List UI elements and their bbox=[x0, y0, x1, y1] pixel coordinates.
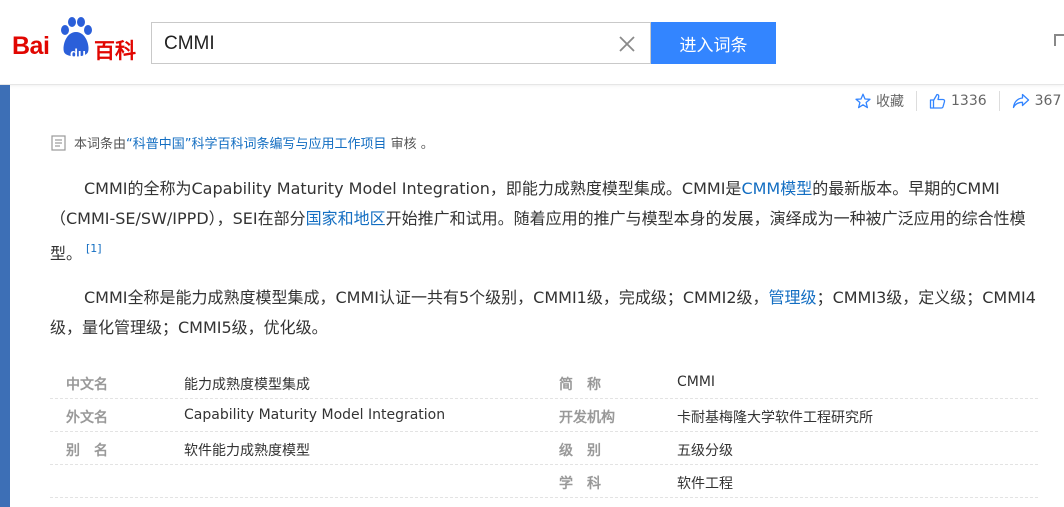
info-value: 软件能力成熟度模型 bbox=[184, 443, 310, 459]
like-button[interactable]: 1336 bbox=[929, 93, 987, 109]
countries-regions-link[interactable]: 国家和地区 bbox=[306, 209, 386, 228]
clear-icon[interactable] bbox=[617, 34, 637, 54]
info-value: CMMI bbox=[677, 374, 716, 390]
p2-text-1: CMMI全称是能力成熟度模型集成，CMMI认证一共有5个级别，CMMI1级，完成… bbox=[84, 288, 769, 307]
top-header: Bai du 百科 进入词条 bbox=[0, 0, 1064, 85]
star-icon bbox=[855, 93, 871, 109]
info-value: 五级分级 bbox=[677, 443, 733, 459]
p1-text-1: CMMI的全称为Capability Maturity Model Integr… bbox=[84, 179, 742, 198]
cropped-toolbar-icon[interactable] bbox=[1054, 34, 1064, 46]
info-label: 简 称 bbox=[559, 377, 601, 393]
info-row: 学 科 软件工程 bbox=[50, 465, 1038, 498]
info-value: 软件工程 bbox=[677, 476, 733, 492]
side-navigation-strip[interactable] bbox=[0, 85, 10, 507]
collect-label: 收藏 bbox=[876, 94, 904, 110]
info-label: 级 别 bbox=[559, 443, 601, 459]
enter-entry-button[interactable]: 进入词条 bbox=[651, 22, 776, 64]
logo-bai-text: Bai bbox=[12, 32, 50, 60]
divider bbox=[998, 91, 1000, 111]
logo-du-text: du bbox=[70, 46, 86, 61]
info-value: 能力成熟度模型集成 bbox=[184, 377, 310, 393]
collect-button[interactable]: 收藏 bbox=[855, 91, 904, 111]
review-suffix: 审核 。 bbox=[386, 137, 434, 152]
thumbs-up-icon bbox=[929, 93, 946, 109]
share-count: 367 bbox=[1034, 93, 1062, 109]
divider bbox=[916, 91, 917, 111]
info-label: 别 名 bbox=[66, 443, 108, 459]
review-note: 本词条由 “科普中国”科学百科词条编写与应用工作项目 审核 。 bbox=[50, 133, 434, 152]
basic-info-table: 中文名 能力成熟度模型集成 简 称 CMMI 外文名 Capability Ma… bbox=[50, 366, 1038, 498]
info-value: Capability Maturity Model Integration bbox=[184, 407, 446, 423]
info-row: 外文名 Capability Maturity Model Integratio… bbox=[50, 399, 1038, 432]
share-icon bbox=[1012, 93, 1029, 109]
baidu-baike-logo[interactable]: Bai du 百科 bbox=[12, 16, 140, 64]
share-button[interactable]: 367 bbox=[1012, 93, 1062, 109]
reference-1-link[interactable]: [1] bbox=[86, 242, 102, 255]
info-label: 学 科 bbox=[559, 476, 601, 492]
summary-paragraph-1: CMMI的全称为Capability Maturity Model Integr… bbox=[50, 174, 1040, 269]
logo-baike-text: 百科 bbox=[94, 39, 136, 63]
review-prefix: 本词条由 bbox=[74, 137, 127, 152]
info-row: 别 名 软件能力成熟度模型 级 别 五级分级 bbox=[50, 432, 1038, 465]
cmm-model-link[interactable]: CMM模型 bbox=[741, 179, 812, 198]
info-label: 中文名 bbox=[66, 377, 108, 393]
info-label: 外文名 bbox=[66, 410, 108, 426]
management-level-link[interactable]: 管理级 bbox=[769, 288, 817, 307]
search-input[interactable] bbox=[162, 23, 606, 65]
document-icon bbox=[51, 134, 66, 151]
like-count: 1336 bbox=[951, 93, 987, 109]
info-label: 开发机构 bbox=[559, 410, 615, 426]
info-value: 卡耐基梅隆大学软件工程研究所 bbox=[677, 410, 873, 426]
search-box bbox=[151, 22, 651, 65]
summary-paragraph-2: CMMI全称是能力成熟度模型集成，CMMI认证一共有5个级别，CMMI1级，完成… bbox=[50, 283, 1040, 343]
info-row: 中文名 能力成熟度模型集成 简 称 CMMI bbox=[50, 366, 1038, 399]
entry-action-bar: 收藏 1336 367 bbox=[855, 90, 1061, 112]
review-project-link[interactable]: “科普中国”科学百科词条编写与应用工作项目 bbox=[126, 133, 386, 152]
